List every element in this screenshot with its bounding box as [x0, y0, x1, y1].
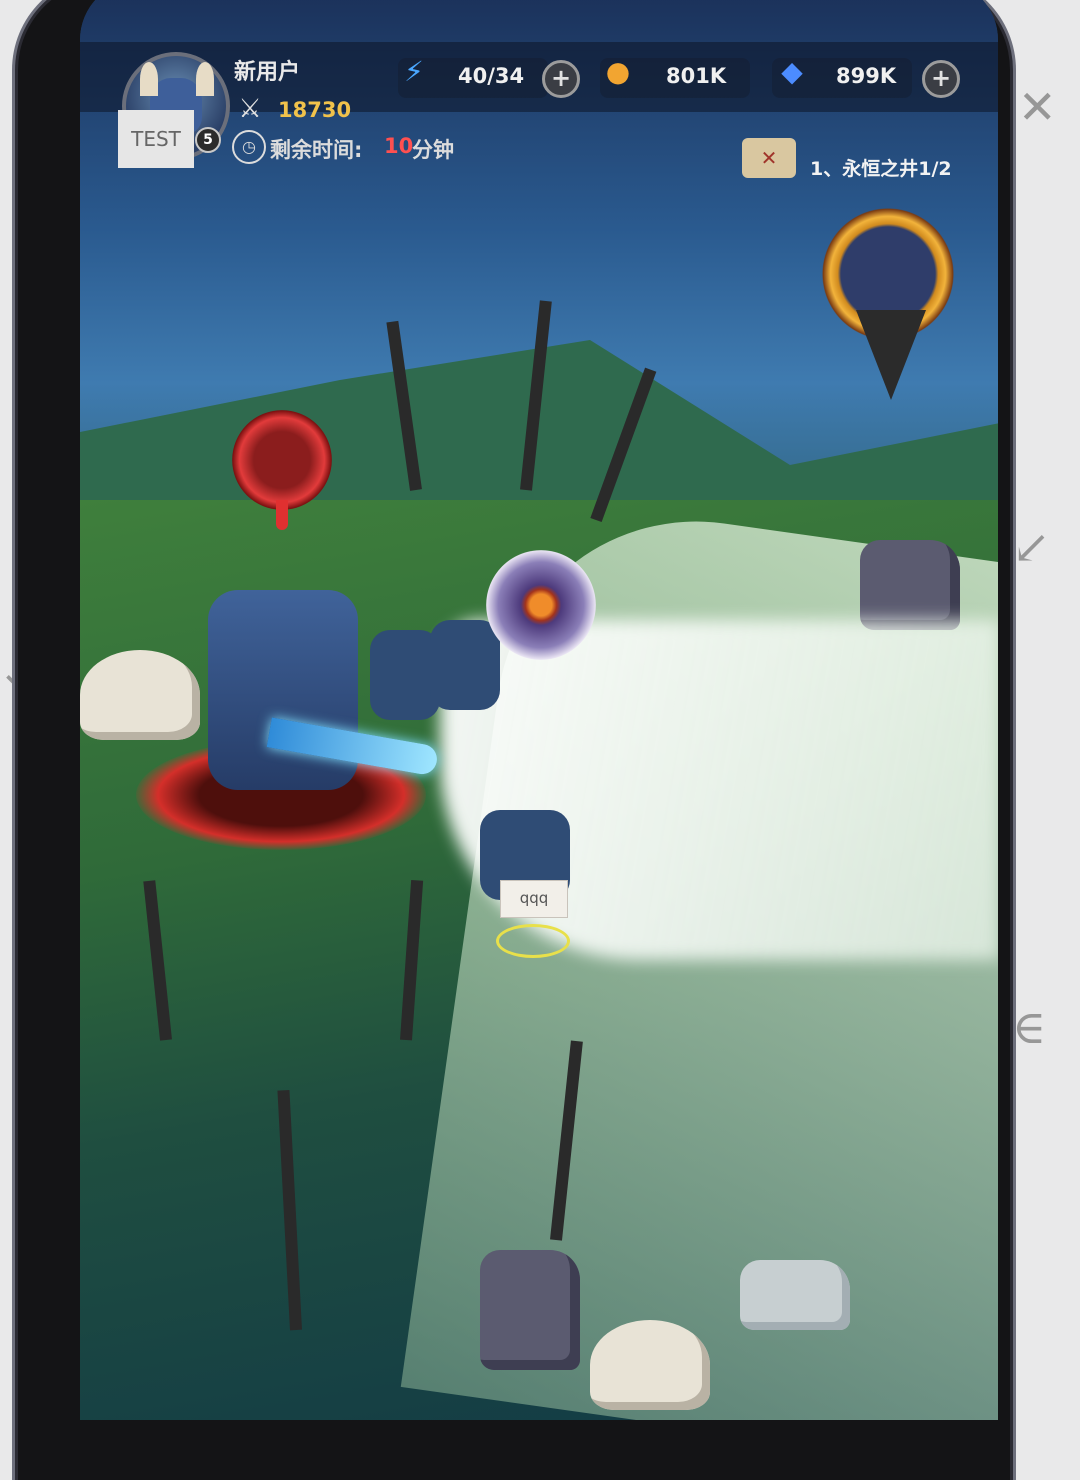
dark-knight-hero[interactable] — [208, 590, 358, 790]
player-level-badge: 5 — [195, 127, 221, 153]
coin-icon: ● — [605, 55, 631, 88]
avatar-horn — [140, 62, 158, 96]
remaining-time-value: 10 — [384, 134, 414, 158]
clock-icon: ◷ — [232, 130, 266, 164]
paper-background-scribble: ✕ — [1018, 80, 1057, 134]
remaining-time-unit: 分钟 — [412, 138, 454, 162]
quest-progress[interactable]: 1、永恒之井1/2 — [810, 154, 952, 181]
phone-frame: TEST 5 新用户 ⚔ 18730 ◷ 剩余时间: 10 分钟 ⚡ 40/34… — [18, 0, 1010, 1480]
enemy-marker-tip — [276, 500, 288, 530]
skeleton-remains — [590, 1320, 710, 1410]
gems-value: 899K — [836, 64, 897, 88]
avatar-horn — [196, 62, 214, 96]
rock — [860, 540, 960, 630]
plus-icon[interactable]: + — [542, 60, 580, 98]
player-power: 18730 — [278, 98, 352, 122]
rock — [740, 1260, 850, 1330]
rock — [480, 1250, 580, 1370]
enemy-skull-marker[interactable] — [232, 410, 332, 510]
paper-background-scribble: ↙ — [1012, 520, 1051, 574]
eye-monster[interactable] — [486, 550, 596, 660]
lightning-icon: ⚡ — [404, 55, 424, 88]
crossed-swords-icon: ⚔ — [238, 94, 262, 124]
remaining-time-label: 剩余时间: — [270, 138, 363, 162]
gold-value: 801K — [666, 64, 727, 88]
skeleton-remains — [80, 650, 200, 740]
plus-icon[interactable]: + — [922, 60, 960, 98]
game-screen: TEST 5 新用户 ⚔ 18730 ◷ 剩余时间: 10 分钟 ⚡ 40/34… — [80, 0, 998, 1420]
map-scroll-icon[interactable]: ✕ — [742, 138, 796, 178]
selection-ring — [496, 924, 570, 958]
energy-value: 40/34 — [458, 64, 525, 88]
paper-background-scribble: ∈ — [1012, 1000, 1047, 1054]
player-name-tag: qqq — [500, 880, 568, 918]
player-name: 新用户 — [234, 60, 301, 85]
crystal-icon: ◆ — [781, 55, 803, 88]
test-badge: TEST — [118, 110, 194, 168]
minion-warrior[interactable] — [430, 620, 500, 710]
